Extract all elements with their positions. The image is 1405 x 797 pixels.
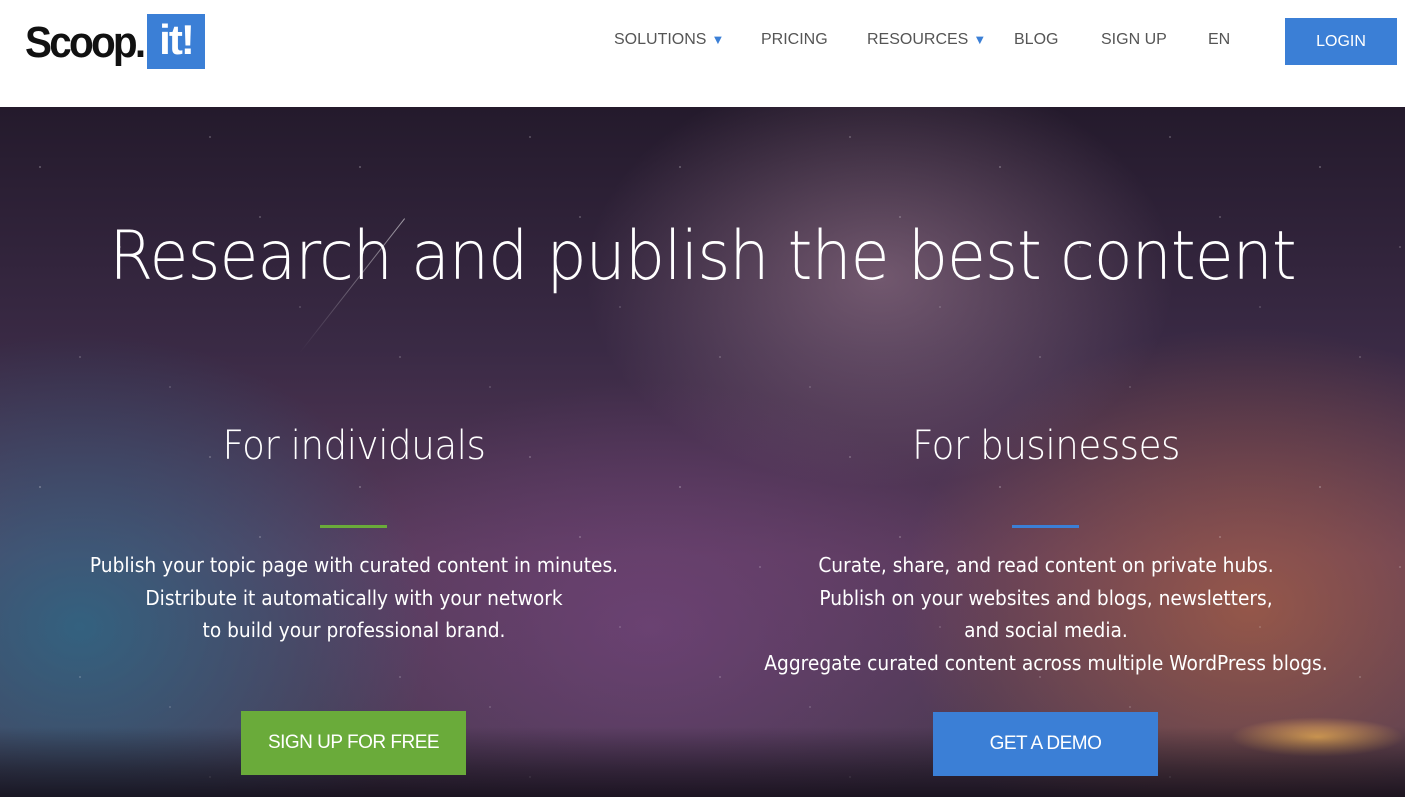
nav-blog-label: BLOG xyxy=(1014,31,1059,48)
nav-pricing[interactable]: PRICING xyxy=(761,31,828,49)
sign-up-free-button[interactable]: SIGN UP FOR FREE xyxy=(241,711,466,775)
individuals-divider xyxy=(320,525,387,528)
businesses-line: Aggregate curated content across multipl… xyxy=(764,650,1328,675)
nav-blog[interactable]: BLOG xyxy=(1014,31,1058,49)
nav-sign-up[interactable]: SIGN UP xyxy=(1101,31,1167,49)
nav-language-label: EN xyxy=(1208,31,1231,48)
login-button[interactable]: LOGIN xyxy=(1285,18,1397,65)
hero-title: Research and publish the best content xyxy=(109,217,1296,296)
caret-down-icon: ▼ xyxy=(711,32,725,47)
nav-solutions[interactable]: SOLUTIONS ▼ xyxy=(614,31,724,49)
businesses-title: For businesses xyxy=(912,423,1180,469)
businesses-description: Curate, share, and read content on priva… xyxy=(721,549,1372,679)
businesses-divider xyxy=(1012,525,1079,528)
nav-solutions-label: SOLUTIONS xyxy=(614,31,707,48)
individuals-line: Distribute it automatically with your ne… xyxy=(145,585,563,610)
main-nav: SOLUTIONS ▼ PRICING RESOURCES ▼ BLOG SIGN … xyxy=(0,0,1405,80)
nav-resources-label: RESOURCES xyxy=(867,31,969,48)
get-a-demo-button[interactable]: GET A DEMO xyxy=(933,712,1158,776)
hero-section: Research and publish the best content Fo… xyxy=(0,107,1405,797)
individuals-description: Publish your topic page with curated con… xyxy=(29,549,680,647)
horizon-shadow xyxy=(0,727,1405,797)
businesses-line: Curate, share, and read content on priva… xyxy=(818,553,1274,577)
caret-down-icon: ▼ xyxy=(973,32,987,47)
nav-pricing-label: PRICING xyxy=(761,31,828,48)
nav-sign-up-label: SIGN UP xyxy=(1101,31,1167,48)
businesses-line: and social media. xyxy=(964,618,1128,642)
site-header: Scoop. it! SOLUTIONS ▼ PRICING RESOURCES ▼… xyxy=(0,0,1405,107)
individuals-line: Publish your topic page with curated con… xyxy=(89,553,619,577)
individuals-line: to build your professional brand. xyxy=(202,618,506,642)
individuals-title: For individuals xyxy=(222,423,486,469)
nav-resources[interactable]: RESOURCES ▼ xyxy=(867,31,986,49)
nav-language[interactable]: EN xyxy=(1208,31,1230,49)
businesses-line: Publish on your websites and blogs, news… xyxy=(819,585,1273,610)
